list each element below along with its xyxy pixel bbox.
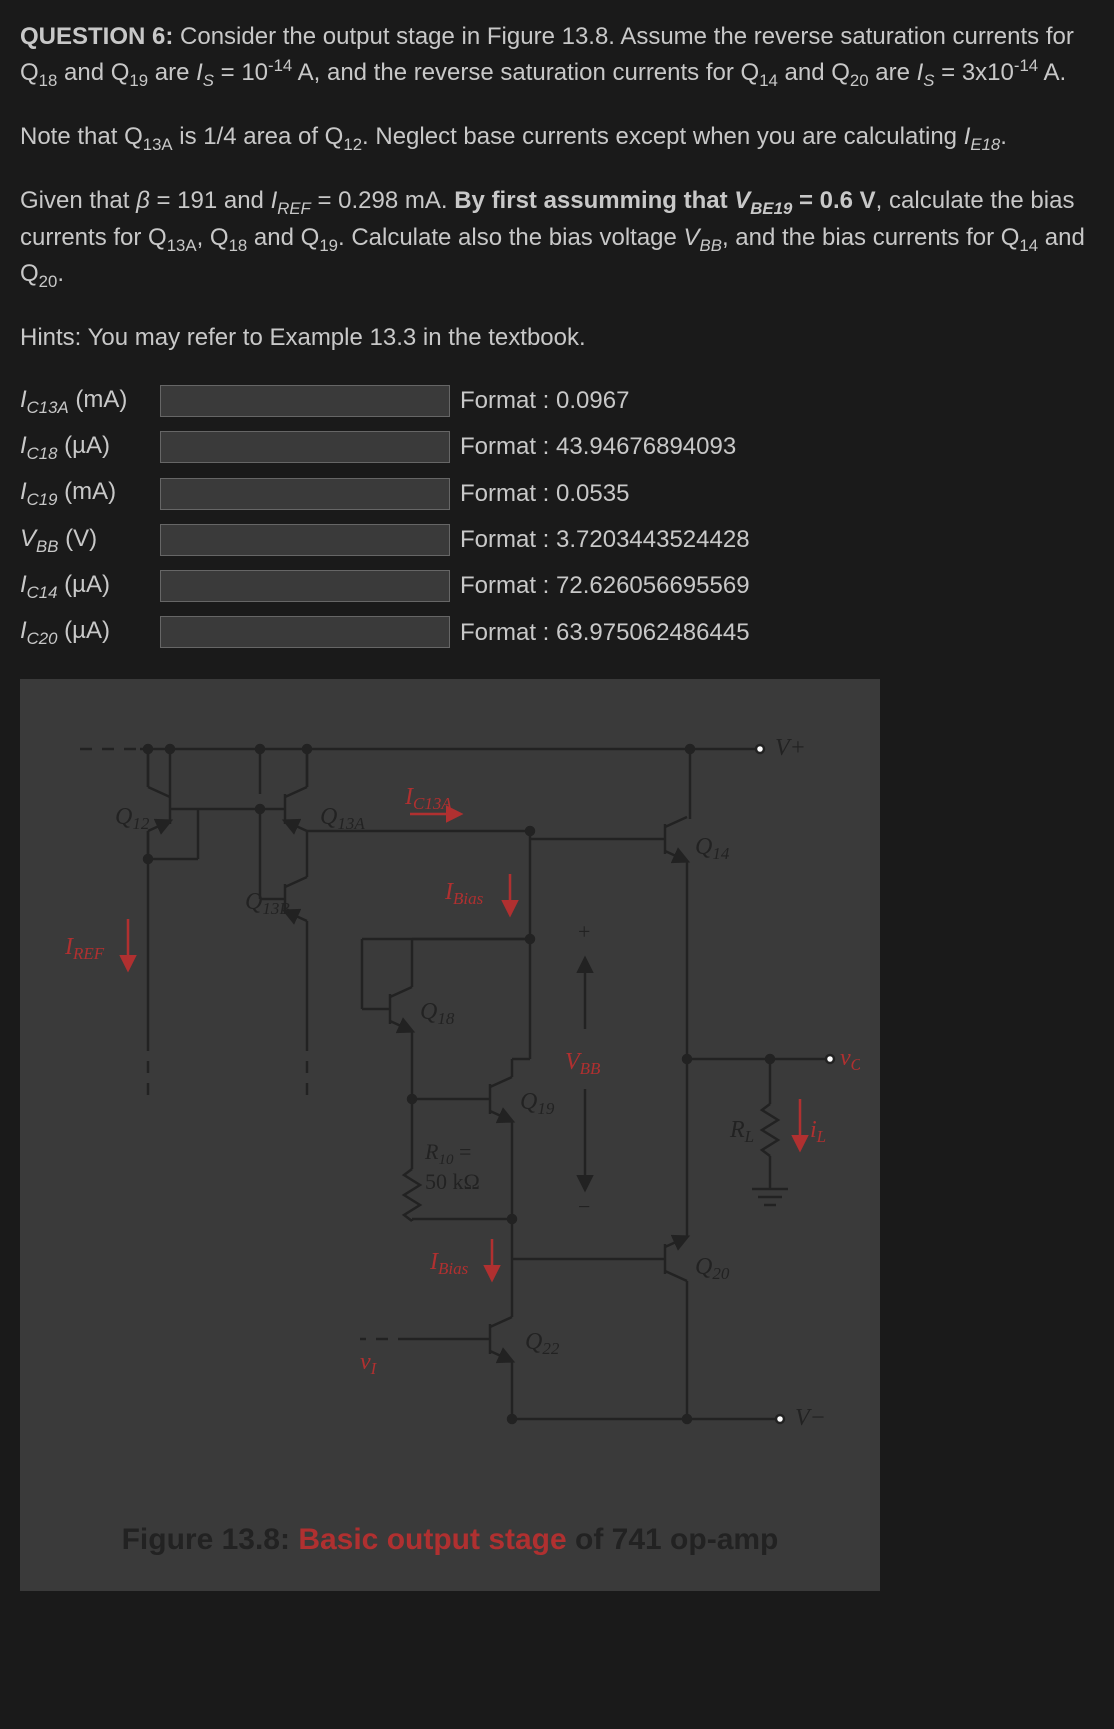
ic18-input[interactable]: [160, 431, 450, 463]
ic14-input[interactable]: [160, 570, 450, 602]
input-row-ic19: IC19 (mA) Format : 0.0535: [20, 475, 1094, 511]
svg-text:R10 =: R10 =: [424, 1139, 471, 1168]
svg-text:Q19: Q19: [520, 1089, 555, 1118]
svg-text:Q14: Q14: [695, 834, 730, 863]
svg-text:RL: RL: [729, 1117, 754, 1146]
input-row-ic13a: IC13A (mA) Format : 0.0967: [20, 383, 1094, 419]
svg-text:Q13B: Q13B: [245, 889, 290, 918]
question-hints: Hints: You may refer to Example 13.3 in …: [20, 321, 1094, 355]
question-prefix: QUESTION 6:: [20, 23, 173, 50]
input-label: IC18 (µA): [20, 429, 160, 465]
inputs-section: IC13A (mA) Format : 0.0967 IC18 (µA) For…: [20, 383, 1094, 651]
input-row-ic18: IC18 (µA) Format : 43.94676894093: [20, 429, 1094, 465]
svg-text:VBB: VBB: [565, 1049, 601, 1078]
format-hint: Format : 0.0967: [460, 384, 629, 418]
ic20-input[interactable]: [160, 616, 450, 648]
format-hint: Format : 63.975062486445: [460, 616, 750, 650]
input-label: IC14 (µA): [20, 568, 160, 604]
input-row-ic20: IC20 (µA) Format : 63.975062486445: [20, 614, 1094, 650]
figure-container: V+ Q12: [20, 679, 880, 1591]
svg-text:Q22: Q22: [525, 1329, 560, 1358]
svg-text:V+: V+: [775, 735, 806, 761]
ic19-input[interactable]: [160, 478, 450, 510]
format-hint: Format : 72.626056695569: [460, 569, 750, 603]
input-label: VBB (V): [20, 522, 160, 558]
svg-text:iL: iL: [810, 1117, 826, 1146]
ic13a-input[interactable]: [160, 385, 450, 417]
svg-text:V−: V−: [795, 1405, 826, 1431]
input-label: IC13A (mA): [20, 383, 160, 419]
input-label: IC20 (µA): [20, 614, 160, 650]
svg-text:IREF: IREF: [64, 934, 105, 963]
format-hint: Format : 3.7203443524428: [460, 523, 750, 557]
svg-text:+: +: [578, 919, 590, 944]
format-hint: Format : 43.94676894093: [460, 430, 736, 464]
svg-text:Q20: Q20: [695, 1254, 730, 1283]
circuit-diagram: V+ Q12: [40, 699, 860, 1499]
vbb-input[interactable]: [160, 524, 450, 556]
svg-text:IBias: IBias: [444, 879, 484, 908]
question-paragraph-1: QUESTION 6: Consider the output stage in…: [20, 20, 1094, 92]
svg-text:Q12: Q12: [115, 804, 150, 833]
input-label: IC19 (mA): [20, 475, 160, 511]
question-paragraph-2: Note that Q13A is 1/4 area of Q12. Negle…: [20, 120, 1094, 156]
figure-caption: Figure 13.8: Basic output stage of 741 o…: [40, 1519, 860, 1561]
input-row-vbb: VBB (V) Format : 3.7203443524428: [20, 522, 1094, 558]
svg-text:IC13A: IC13A: [404, 784, 452, 813]
svg-text:50 kΩ: 50 kΩ: [425, 1169, 480, 1194]
svg-text:Q13A: Q13A: [320, 804, 365, 833]
input-row-ic14: IC14 (µA) Format : 72.626056695569: [20, 568, 1094, 604]
svg-text:vI: vI: [360, 1349, 378, 1378]
svg-text:IBias: IBias: [429, 1249, 469, 1278]
question-block: QUESTION 6: Consider the output stage in…: [20, 20, 1094, 355]
svg-text:vO: vO: [840, 1045, 860, 1074]
question-paragraph-3: Given that β = 191 and IREF = 0.298 mA. …: [20, 184, 1094, 293]
format-hint: Format : 0.0535: [460, 477, 629, 511]
svg-text:−: −: [578, 1194, 590, 1219]
svg-text:Q18: Q18: [420, 999, 455, 1028]
